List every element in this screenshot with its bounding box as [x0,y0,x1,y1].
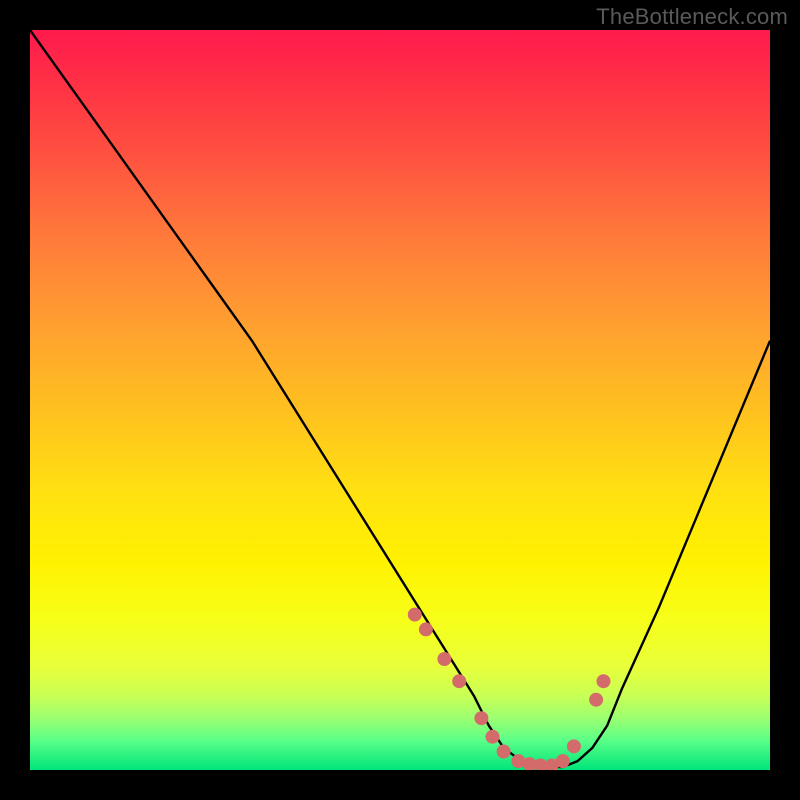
curve-markers [408,608,611,770]
curve-marker [437,652,451,666]
watermark-text: TheBottleneck.com [596,4,788,30]
chart-frame: TheBottleneck.com [0,0,800,800]
curve-marker [419,622,433,636]
curve-marker [556,754,570,768]
curve-marker [567,739,581,753]
curve-marker [486,730,500,744]
curve-marker [597,674,611,688]
curve-marker [408,608,422,622]
curve-marker [452,674,466,688]
curve-marker [497,745,511,759]
curve-marker [474,711,488,725]
plot-area [30,30,770,770]
curve-marker [589,693,603,707]
bottleneck-curve [30,30,770,770]
curve-line [30,30,770,767]
